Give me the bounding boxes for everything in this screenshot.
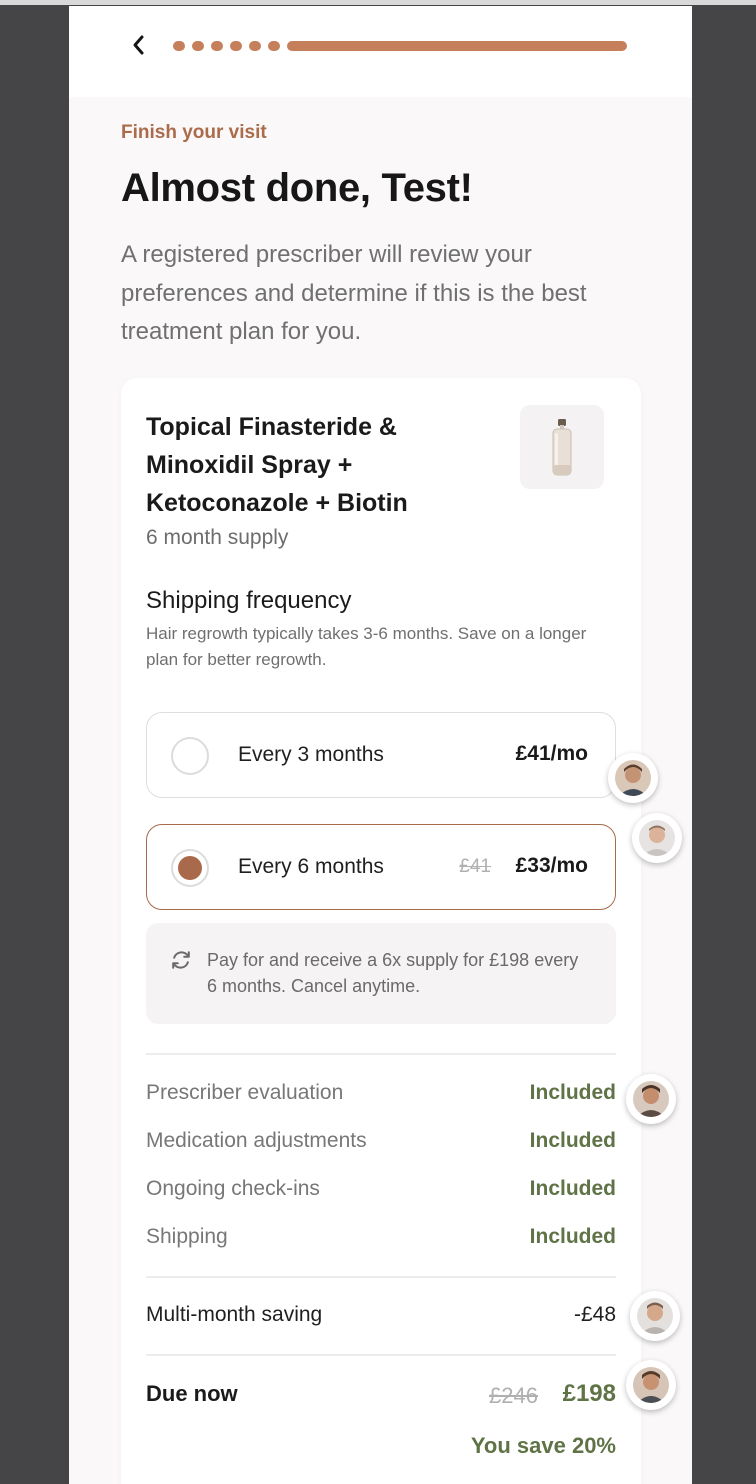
divider: [146, 1053, 616, 1055]
checkout-screen: Finish your visit Almost done, Test! A r…: [69, 6, 692, 1484]
included-row-value: Included: [529, 1081, 616, 1104]
reviewer-avatar: [626, 1360, 676, 1410]
divider: [146, 1276, 616, 1278]
due-now-price: £198: [562, 1380, 616, 1407]
avatar-face-icon: [633, 1367, 669, 1403]
included-row-label: Ongoing check-ins: [146, 1177, 320, 1200]
radio-button-selected[interactable]: [171, 849, 209, 887]
progress-step: [211, 41, 223, 51]
option-label: Every 6 months: [238, 855, 384, 878]
multi-month-saving-value: -£48: [573, 1303, 616, 1326]
avatar-face-icon: [615, 760, 651, 796]
included-row-value: Included: [529, 1225, 616, 1248]
progress-step: [230, 41, 242, 51]
reviewer-avatar: [626, 1074, 676, 1124]
option-old-price: £41: [459, 856, 491, 877]
due-now-label: Due now: [146, 1381, 238, 1406]
included-row-label: Shipping: [146, 1225, 228, 1248]
progress-step: [173, 41, 185, 51]
radio-button[interactable]: [171, 737, 209, 775]
included-row-value: Included: [529, 1129, 616, 1152]
billing-note-text: Pay for and receive a 6x supply for £198…: [207, 950, 579, 996]
divider: [146, 1354, 616, 1356]
intro-paragraph: A registered prescriber will review your…: [121, 241, 587, 345]
avatar-face-icon: [639, 820, 675, 856]
option-price: £33/mo: [515, 854, 588, 877]
shipping-option-6-months[interactable]: Every 6 months £41 £33/mo: [146, 824, 616, 910]
page-title: Almost done, Test!: [121, 166, 473, 210]
reviewer-avatar: [632, 813, 682, 863]
progress-step: [268, 41, 280, 51]
product-title: Topical Finasteride & Minoxidil Spray + …: [146, 413, 408, 517]
shipping-option-3-months[interactable]: Every 3 months £41/mo: [146, 712, 616, 798]
reviewer-avatar: [630, 1291, 680, 1341]
option-label: Every 3 months: [238, 743, 384, 766]
progress-step: [192, 41, 204, 51]
product-supply: 6 month supply: [146, 526, 289, 549]
included-row-value: Included: [529, 1177, 616, 1200]
billing-note: Pay for and receive a 6x supply for £198…: [146, 923, 616, 1024]
spray-bottle-icon: [552, 419, 572, 476]
top-bar: [69, 6, 692, 97]
plan-card: Topical Finasteride & Minoxidil Spray + …: [121, 378, 641, 1484]
savings-percentage: You save 20%: [470, 1433, 616, 1458]
progress-current-step: [287, 41, 627, 51]
back-button[interactable]: [127, 33, 151, 57]
reviewer-avatar: [608, 753, 658, 803]
progress-step: [249, 41, 261, 51]
shipping-frequency-title: Shipping frequency: [146, 587, 352, 614]
progress-indicator: [173, 40, 627, 52]
option-price: £41/mo: [515, 742, 588, 765]
eyebrow-text: Finish your visit: [121, 122, 267, 143]
multi-month-saving-label: Multi-month saving: [146, 1303, 323, 1326]
product-image: [520, 405, 604, 489]
window-top-edge: [0, 0, 756, 5]
included-row-label: Prescriber evaluation: [146, 1081, 344, 1104]
chevron-left-icon: [133, 35, 144, 55]
shipping-frequency-description: Hair regrowth typically takes 3-6 months…: [146, 624, 587, 669]
avatar-face-icon: [637, 1298, 673, 1334]
avatar-face-icon: [633, 1081, 669, 1117]
refresh-icon: [172, 951, 190, 969]
included-row-label: Medication adjustments: [146, 1129, 367, 1152]
due-now-old-price: £246: [489, 1383, 538, 1408]
